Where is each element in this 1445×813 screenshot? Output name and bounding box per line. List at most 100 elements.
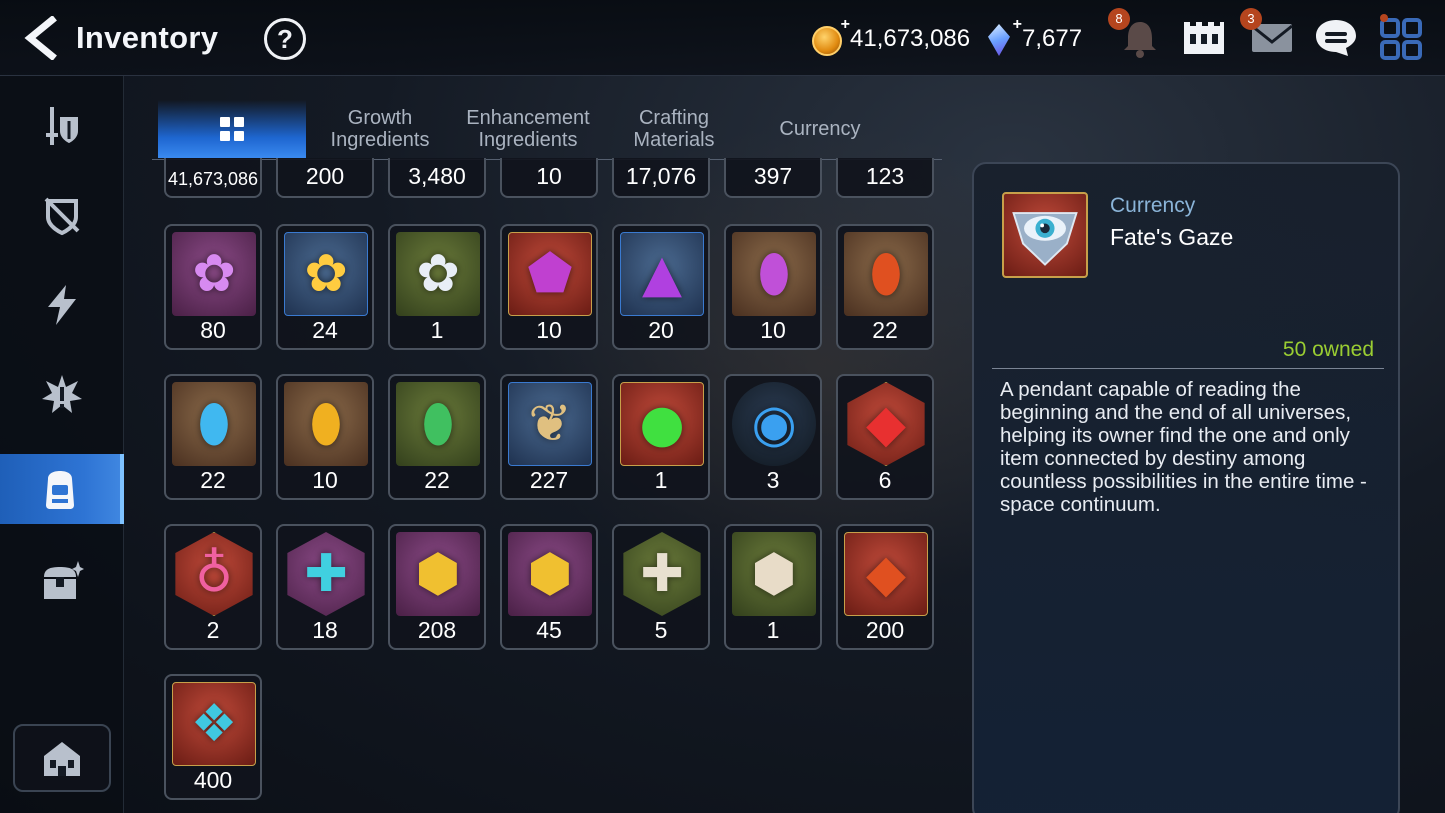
gold-flower-icon: ✿ [284,232,368,316]
item-slot[interactable]: ✿ 80 [164,224,262,350]
item-slot[interactable]: ⬮ 22 [836,224,934,350]
tab-enhancement-ingredients[interactable]: Enhancement Ingredients [456,100,600,158]
item-slot[interactable]: ✿ 24 [276,224,374,350]
sidebar-item-chest[interactable] [0,546,124,616]
item-quantity: 24 [312,317,338,343]
item-slot[interactable]: ✿ 1 [388,224,486,350]
purple-flower-icon: ✿ [172,232,256,316]
tab-currency[interactable]: Currency [752,100,888,158]
item-quantity: 200 [865,617,905,643]
item-quantity: 18 [312,617,338,643]
sidebar-item-artifact[interactable] [0,180,124,250]
item-quantity: 22 [424,467,450,493]
cyan-cross-stone-icon: ✚ [287,532,365,616]
tab-growth-ingredients[interactable]: Growth Ingredients [312,100,448,158]
castle-icon [1184,22,1224,54]
item-quantity: 10 [536,317,562,343]
divider [992,368,1384,369]
item-slot[interactable]: 41,673,086 [164,158,262,198]
item-quantity: 200 [305,163,345,189]
red-gem-hex-icon: ◆ [847,382,925,466]
item-slot[interactable]: ▲ 20 [612,224,710,350]
item-description: A pendant capable of reading the beginni… [1000,378,1367,516]
item-quantity: 80 [200,317,226,343]
gold-coin-icon: + [812,16,850,56]
sidebar [0,76,124,813]
item-slot[interactable]: ⬟ 10 [500,224,598,350]
item-slot[interactable]: ⬮ 10 [276,374,374,500]
item-slot[interactable]: ✚ 5 [612,524,710,650]
town-button[interactable] [13,724,111,792]
tab-all[interactable] [158,100,306,158]
guild-button[interactable] [1180,14,1228,62]
notifications-button[interactable]: 8 [1108,8,1164,62]
item-quantity: 22 [200,467,226,493]
crystal-currency[interactable]: + 7,677 [984,16,1082,56]
item-slot[interactable]: 17,076 [612,158,710,198]
blue-crystal-shard-icon: ❖ [172,682,256,766]
item-slot[interactable]: ❖ 400 [164,674,262,800]
item-quantity: 2 [206,617,220,643]
sidebar-item-materials[interactable] [0,454,124,524]
page-title: Inventory [76,20,219,55]
item-quantity: 1 [430,317,444,343]
item-slot[interactable]: 3,480 [388,158,486,198]
top-bar: Inventory ? + 41,673,086 + 7,677 8 3 [0,0,1445,76]
menu-button[interactable] [1378,14,1426,62]
sidebar-item-skill[interactable] [0,270,124,340]
item-quantity: 123 [865,163,905,189]
town-house-icon [44,742,80,776]
item-quantity: 10 [312,467,338,493]
sword-shield-icon [46,107,78,145]
item-quantity: 20 [648,317,674,343]
item-slot[interactable]: ⬮ 22 [164,374,262,500]
mail-button[interactable]: 3 [1240,8,1296,62]
grid-menu-icon [1380,14,1422,60]
item-slot[interactable]: ✚ 18 [276,524,374,650]
item-slot[interactable]: ⬮ 22 [388,374,486,500]
purple-moon-triangle-icon: ▲ [620,232,704,316]
item-quantity: 22 [872,317,898,343]
item-slot[interactable]: ◆ 200 [836,524,934,650]
earth-rune-icon: ⬮ [284,382,368,466]
sidebar-item-equipment[interactable] [0,90,124,160]
item-quantity: 1 [766,617,780,643]
item-slot[interactable]: ⬢ 45 [500,524,598,650]
yellow-rune-stone-icon: ⬢ [508,532,592,616]
burst-icon [42,375,82,413]
purple-moon-pentagon-icon: ⬟ [508,232,592,316]
item-slot[interactable]: ❦ 227 [500,374,598,500]
item-slot[interactable]: 123 [836,158,934,198]
item-slot[interactable]: ● 1 [612,374,710,500]
item-slot[interactable]: ◉ 3 [724,374,822,500]
item-slot[interactable]: ⬢ 1 [724,524,822,650]
item-slot[interactable]: 397 [724,158,822,198]
gold-amount: 41,673,086 [850,25,971,52]
item-slot[interactable]: ♁ 2 [164,524,262,650]
tab-crafting-materials[interactable]: Crafting Materials [606,100,742,158]
back-button[interactable] [22,15,62,61]
item-slot[interactable]: 10 [500,158,598,198]
sidebar-item-catalyst[interactable] [0,360,124,430]
white-rune-stone-icon: ⬢ [732,532,816,616]
purple-moon-oval-icon: ⬮ [732,232,816,316]
item-quantity: 45 [536,617,562,643]
item-quantity: 208 [417,617,457,643]
item-quantity: 227 [529,467,569,493]
help-button[interactable]: ? [264,18,306,60]
item-quantity: 1 [654,467,668,493]
item-slot[interactable]: 200 [276,158,374,198]
item-slot[interactable]: ⬮ 10 [724,224,822,350]
item-quantity: 3,480 [408,163,466,189]
item-quantity: 397 [753,163,793,189]
lightning-icon [48,285,76,325]
chat-bubble-icon [1316,20,1356,56]
yellow-rune-stone-icon: ⬢ [396,532,480,616]
gold-currency[interactable]: + 41,673,086 [812,16,971,56]
item-quantity: 17,076 [625,163,697,189]
item-slot[interactable]: ⬢ 208 [388,524,486,650]
item-quantity: 5 [654,617,668,643]
item-slot[interactable]: ◆ 6 [836,374,934,500]
item-quantity: 41,673,086 [167,169,259,189]
chat-button[interactable] [1312,14,1360,62]
